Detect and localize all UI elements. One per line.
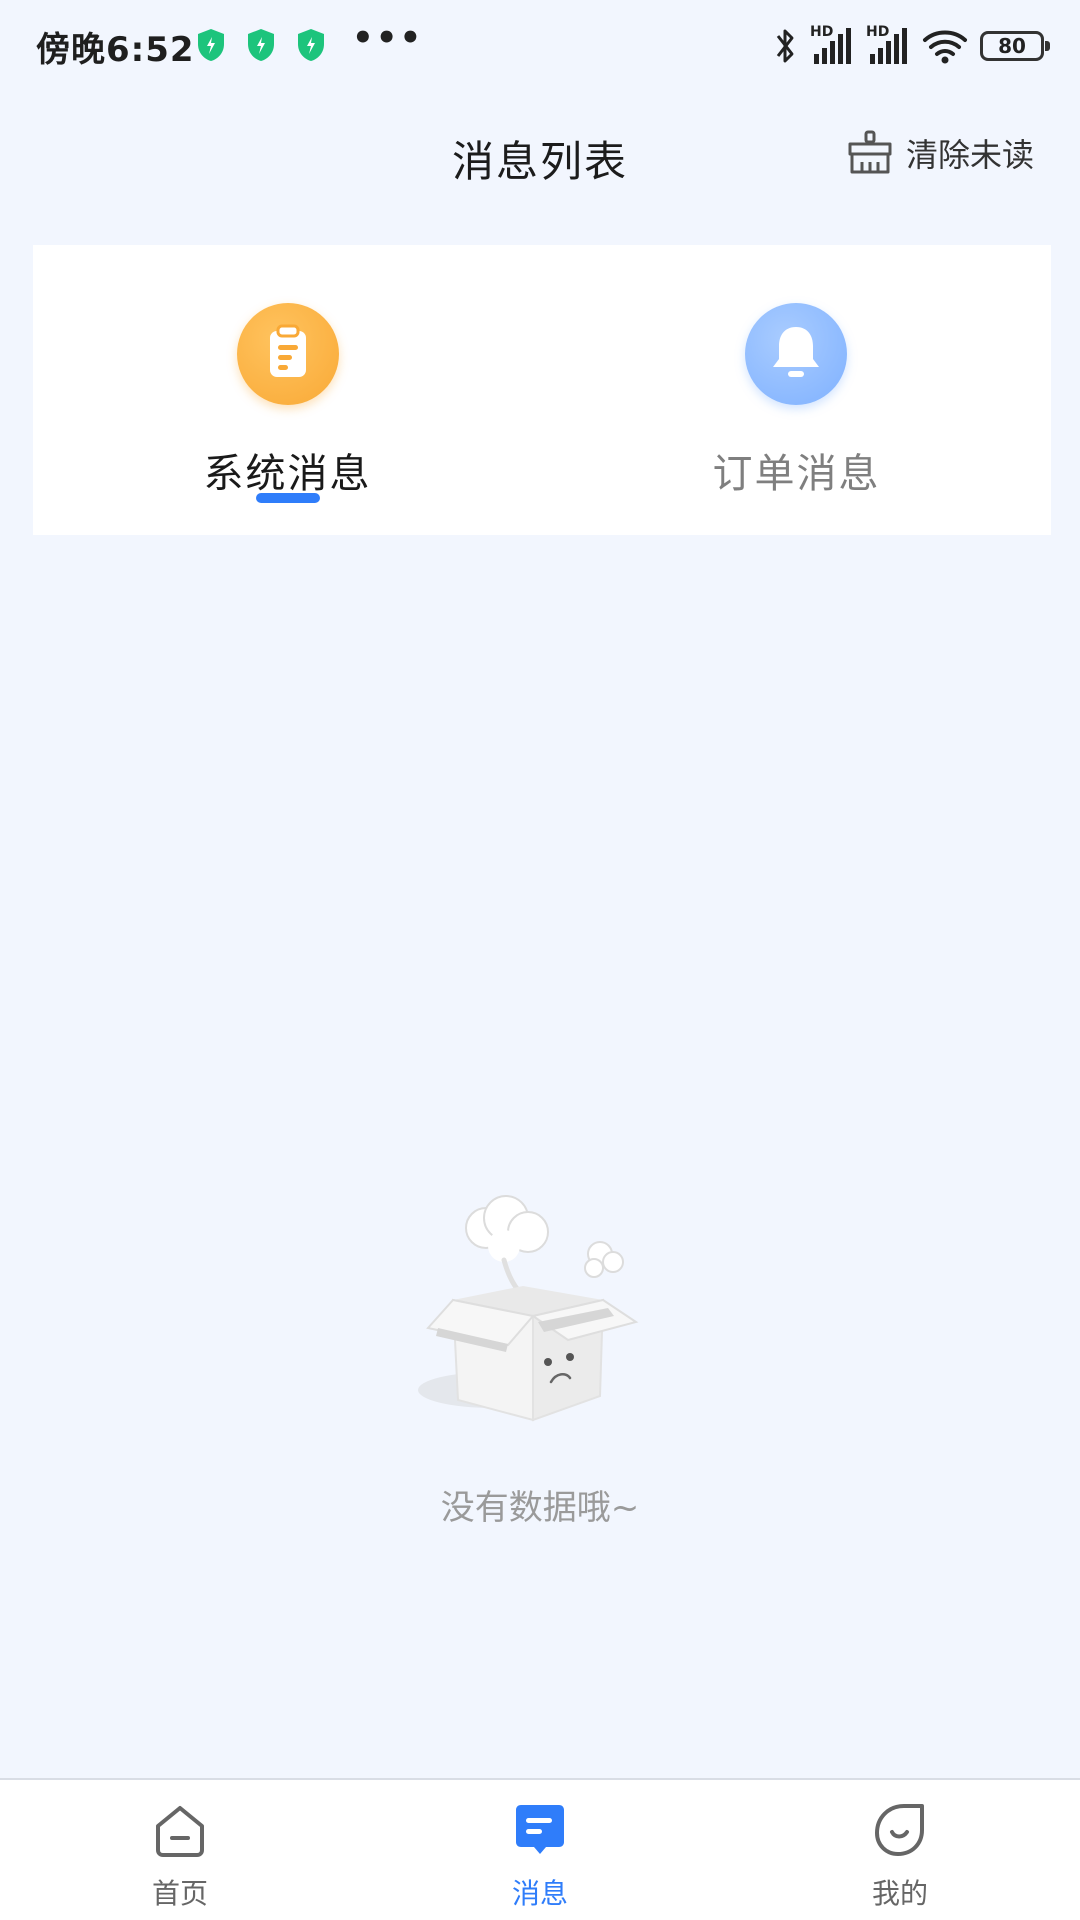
nav-messages[interactable]: 消息 (360, 1780, 720, 1920)
more-notifications-indicator: ••• (352, 18, 424, 58)
status-icons: HD HD 80 (772, 24, 1050, 68)
shield-icon (248, 29, 274, 61)
empty-box-illustration (418, 1195, 639, 1422)
shield-icon (198, 29, 224, 61)
cellular-signal-icon: HD (866, 24, 910, 66)
nav-home-label: 首页 (151, 1877, 208, 1910)
tab-system-messages-label: 系统消息 (203, 451, 372, 497)
empty-state-text: 没有数据哦~ (440, 1488, 640, 1528)
home-icon (156, 1806, 204, 1857)
battery-icon: 80 (980, 31, 1050, 61)
bottom-navigation: 首页 消息 我的 (0, 1778, 1080, 1920)
message-icon (516, 1805, 564, 1854)
tab-system-messages[interactable]: 系统消息 (33, 245, 542, 535)
nav-home[interactable]: 首页 (0, 1780, 360, 1920)
profile-icon (875, 1804, 924, 1856)
shield-icon (298, 29, 324, 61)
wifi-icon (923, 30, 967, 64)
bell-icon (745, 303, 847, 405)
status-bar: 傍晚6:52 ••• HD HD 80 (0, 0, 1080, 92)
battery-level: 80 (998, 34, 1026, 58)
screen: 傍晚6:52 ••• HD HD 80 消息列表 清除未读 系统消息 订单消息 … (0, 0, 1080, 1920)
bluetooth-icon (776, 29, 794, 63)
cellular-signal-icon: HD (810, 24, 854, 66)
broom-icon (848, 130, 892, 174)
message-category-tabs: 系统消息 订单消息 (33, 245, 1051, 535)
nav-messages-label: 消息 (511, 1877, 568, 1910)
tab-order-messages[interactable]: 订单消息 (542, 245, 1051, 535)
nav-profile-label: 我的 (871, 1877, 928, 1910)
clear-unread-button[interactable]: 清除未读 (846, 130, 1034, 176)
clipboard-icon (237, 303, 339, 405)
tab-order-messages-label: 订单消息 (712, 451, 881, 497)
active-tab-indicator (256, 493, 320, 503)
nav-profile[interactable]: 我的 (720, 1780, 1080, 1920)
status-time: 傍晚6:52 (36, 30, 195, 70)
clear-unread-label: 清除未读 (905, 136, 1034, 174)
